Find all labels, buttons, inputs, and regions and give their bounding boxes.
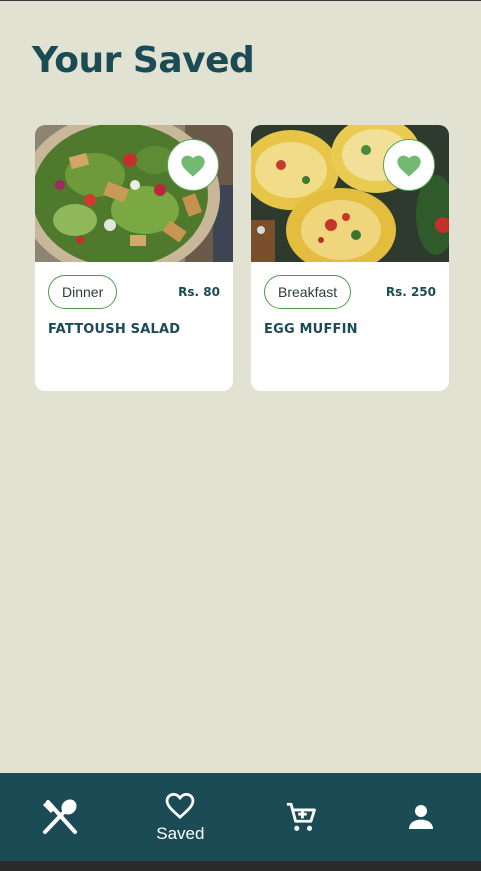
price-label: Rs. 80 (178, 285, 220, 299)
egg-muffin-photo (251, 125, 449, 262)
status-divider (0, 0, 481, 1)
favorite-button[interactable] (383, 139, 435, 191)
recipe-card-egg-muffin[interactable]: Breakfast Rs. 250 EGG MUFFIN (251, 125, 449, 391)
recipe-name: EGG MUFFIN (264, 322, 358, 337)
heart-outline-icon (166, 792, 195, 820)
utensils-icon (43, 799, 78, 834)
recipe-name: FATTOUSH SALAD (48, 322, 181, 337)
price-label: Rs. 250 (385, 285, 436, 299)
heart-filled-icon (397, 155, 421, 177)
category-tag: Breakfast (264, 275, 352, 309)
nav-label-saved: Saved (156, 824, 205, 843)
bottom-navigation: Saved (0, 773, 481, 861)
fattoush-salad-photo (35, 125, 233, 262)
category-tag: Dinner (48, 275, 118, 309)
person-icon (408, 805, 433, 829)
system-navigation-bar (0, 861, 481, 871)
saved-recipes-grid: Dinner Rs. 80 FATTOUSH SALAD Breakfast R… (35, 125, 449, 391)
cart-icon (286, 802, 316, 831)
page-title: Your Saved (32, 40, 255, 81)
nav-item-profile[interactable] (361, 773, 481, 861)
recipe-card-fattoush-salad[interactable]: Dinner Rs. 80 FATTOUSH SALAD (35, 125, 233, 391)
nav-item-cart[interactable] (241, 773, 361, 861)
heart-filled-icon (181, 155, 205, 177)
favorite-button[interactable] (167, 139, 219, 191)
nav-item-recipes[interactable] (0, 773, 120, 861)
nav-item-saved[interactable]: Saved (120, 773, 240, 861)
